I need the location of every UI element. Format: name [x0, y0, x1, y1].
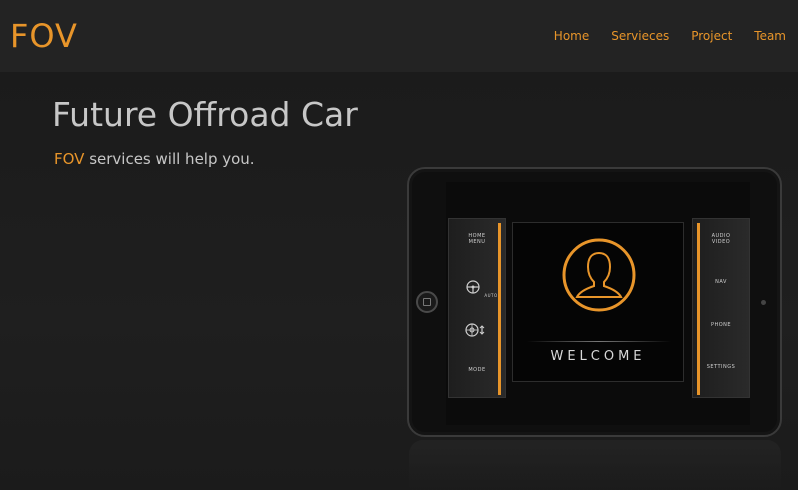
- nav-services[interactable]: Servieces: [611, 27, 669, 45]
- auto-label: AUTO: [484, 293, 498, 298]
- audio-video-button[interactable]: AUDIO VIDEO: [693, 233, 749, 245]
- user-avatar-icon: [562, 238, 636, 312]
- nav-project[interactable]: Project: [691, 27, 732, 45]
- welcome-panel: WELCOME: [512, 222, 684, 382]
- hero-subtitle-accent: FOV: [54, 150, 85, 168]
- hero-title: Future Offroad Car: [52, 95, 358, 134]
- left-control-panel: HOME MENU AUTO MODE: [448, 218, 506, 398]
- phone-button[interactable]: PHONE: [693, 322, 749, 328]
- nav-team[interactable]: Team: [754, 27, 786, 45]
- tire-icon[interactable]: [464, 319, 486, 341]
- main-nav: Home Servieces Project Team: [554, 27, 786, 45]
- settings-button[interactable]: SETTINGS: [693, 364, 749, 370]
- divider: [527, 341, 671, 342]
- tablet-screen: HOME MENU AUTO MODE WELCOME AUDIO VIDEO …: [446, 182, 750, 425]
- logo[interactable]: FOV: [10, 16, 78, 56]
- tablet-home-button: [416, 291, 438, 313]
- nav-button[interactable]: NAV: [693, 279, 749, 285]
- welcome-text: WELCOME: [550, 349, 646, 364]
- site-header: FOV Home Servieces Project Team: [0, 0, 798, 72]
- tablet-reflection: [409, 440, 781, 490]
- mode-button[interactable]: MODE: [449, 367, 505, 373]
- tablet-device: HOME MENU AUTO MODE WELCOME AUDIO VIDEO …: [407, 167, 782, 437]
- right-control-panel: AUDIO VIDEO NAV PHONE SETTINGS: [692, 218, 750, 398]
- tablet-camera: [761, 300, 766, 305]
- nav-home[interactable]: Home: [554, 27, 589, 45]
- hero-subtitle-text: services will help you.: [84, 150, 255, 168]
- home-menu-button[interactable]: HOME MENU: [449, 233, 505, 245]
- hero-subtitle: FOV services will help you.: [54, 150, 255, 168]
